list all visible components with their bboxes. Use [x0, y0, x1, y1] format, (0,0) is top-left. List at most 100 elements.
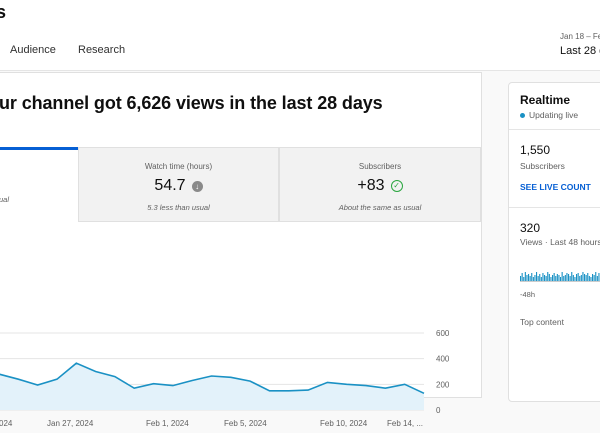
- metric-value-row: 54.7 ↓: [79, 177, 278, 195]
- realtime-bar: [550, 277, 552, 281]
- realtime-status: Updating live: [520, 110, 578, 120]
- metric-value-row: +83 ✓: [280, 177, 480, 195]
- realtime-views-value: 320: [520, 221, 541, 235]
- x-tick-label: Feb 10, 2024: [320, 419, 368, 428]
- realtime-bar: [523, 277, 525, 281]
- check-circle-icon: ✓: [390, 180, 403, 192]
- realtime-bar: [569, 276, 571, 281]
- live-dot-icon: [520, 112, 525, 118]
- realtime-bar: [556, 274, 558, 281]
- see-live-count-link[interactable]: SEE LIVE COUNT: [520, 182, 591, 192]
- divider: [509, 129, 600, 130]
- realtime-bar: [521, 273, 523, 281]
- metric-tab-watch-time[interactable]: Watch time (hours) 54.7 ↓ 5.3 less than …: [78, 147, 279, 222]
- realtime-bar: [528, 274, 530, 281]
- realtime-bar: [593, 275, 595, 281]
- down-arrow-icon: ↓: [191, 180, 203, 192]
- metric-value: 54.7: [154, 177, 186, 194]
- realtime-views-bars: [520, 272, 600, 282]
- x-tick-label: 024: [0, 419, 13, 428]
- realtime-bar: [582, 272, 584, 281]
- realtime-bar: [579, 276, 581, 281]
- realtime-subscribers-value: 1,550: [520, 143, 551, 157]
- overview-headline: ur channel got 6,626 views in the last 2…: [0, 93, 383, 113]
- top-content-label: Top content: [520, 317, 564, 327]
- y-tick-label: 0: [436, 406, 441, 415]
- realtime-bar: [564, 275, 566, 281]
- realtime-bar: [547, 272, 549, 281]
- date-range-selector[interactable]: Jan 18 – Fe Last 28 d: [560, 32, 600, 57]
- y-tick-label: 200: [436, 380, 450, 389]
- chart-area-fill: [0, 363, 424, 410]
- realtime-bar: [529, 276, 531, 281]
- realtime-bar: [576, 274, 578, 281]
- realtime-title: Realtime: [520, 93, 571, 107]
- top-bar: s Audience Research Jan 18 – Fe Last 28 …: [0, 0, 600, 71]
- realtime-bar: [563, 276, 565, 281]
- date-range-label: Last 28 d: [560, 45, 600, 57]
- metric-tab-views[interactable]: ual: [0, 147, 78, 222]
- y-axis-labels: 0 200 400 600: [436, 329, 450, 415]
- realtime-bar: [571, 272, 573, 281]
- realtime-bar: [580, 275, 582, 281]
- metric-note: ual: [0, 195, 10, 204]
- metric-value: +83: [357, 177, 385, 194]
- realtime-bar: [536, 272, 538, 281]
- overview-card: ur channel got 6,626 views in the last 2…: [0, 72, 482, 428]
- realtime-bar: [574, 277, 576, 281]
- realtime-views-label: Views · Last 48 hours: [520, 237, 600, 247]
- realtime-bar: [561, 272, 563, 281]
- views-chart: 0 200 400 600 024 Jan 27, 2024 Feb 1, 2024 Feb…: [0, 329, 450, 428]
- realtime-bar: [590, 277, 592, 281]
- realtime-bar: [596, 276, 598, 281]
- realtime-bar: [539, 274, 541, 281]
- realtime-bar: [568, 274, 570, 281]
- realtime-bar: [598, 273, 600, 281]
- divider: [509, 207, 600, 208]
- realtime-bar: [587, 273, 589, 281]
- tab-research[interactable]: Research: [78, 44, 125, 56]
- realtime-bar: [592, 274, 594, 281]
- realtime-bar: [585, 275, 587, 281]
- realtime-bar: [542, 273, 544, 281]
- realtime-bar: [544, 275, 546, 281]
- x-tick-label: Feb 1, 2024: [146, 419, 189, 428]
- x-axis-labels: 024 Jan 27, 2024 Feb 1, 2024 Feb 5, 2024 Feb…: [0, 419, 423, 428]
- realtime-bar: [537, 276, 539, 281]
- x-tick-label: Feb 5, 2024: [224, 419, 267, 428]
- metric-note: 5.3 less than usual: [147, 203, 210, 212]
- realtime-bar: [548, 274, 550, 281]
- realtime-subscribers-label: Subscribers: [520, 161, 565, 171]
- realtime-bar: [577, 273, 579, 281]
- realtime-bar: [595, 272, 597, 281]
- realtime-bar: [526, 275, 528, 281]
- page-title: s: [0, 2, 7, 22]
- x-tick-label: Jan 27, 2024: [47, 419, 94, 428]
- realtime-bar: [572, 275, 574, 281]
- tab-audience[interactable]: Audience: [10, 44, 56, 56]
- metric-note: About the same as usual: [338, 203, 422, 212]
- realtime-status-text: Updating live: [529, 110, 579, 120]
- x-tick-label: Feb 14, ...: [387, 419, 423, 428]
- metric-tabs: ual Watch time (hours) 54.7 ↓ 5.3 less t…: [0, 147, 481, 222]
- realtime-axis-label: -48h: [520, 290, 536, 299]
- realtime-bar: [545, 276, 547, 281]
- realtime-bar: [540, 277, 542, 281]
- realtime-bar: [560, 277, 562, 281]
- realtime-bar: [520, 276, 522, 281]
- realtime-bar: [552, 275, 554, 281]
- realtime-bar: [566, 273, 568, 281]
- realtime-bar: [584, 274, 586, 281]
- realtime-bar: [531, 273, 533, 281]
- y-tick-label: 600: [436, 329, 450, 338]
- date-range-dates: Jan 18 – Fe: [560, 32, 600, 41]
- metric-label: Subscribers: [358, 162, 402, 171]
- metric-tab-subscribers[interactable]: Subscribers +83 ✓ About the same as usua…: [279, 147, 481, 222]
- realtime-bar: [553, 273, 555, 281]
- realtime-bar: [588, 276, 590, 281]
- realtime-bar: [558, 275, 560, 281]
- realtime-bar: [524, 272, 526, 281]
- metric-label: Watch time (hours): [144, 162, 213, 171]
- realtime-card: Realtime Updating live 1,550 Subscribers…: [508, 82, 600, 402]
- realtime-bar: [534, 275, 536, 281]
